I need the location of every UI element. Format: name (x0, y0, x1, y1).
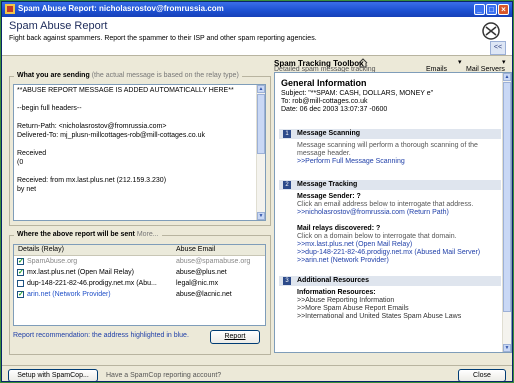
scanning-link[interactable]: >>Perform Full Message Scanning (297, 158, 405, 165)
message-line: Return-Path: <nicholasrostov@fromrussia.… (17, 123, 167, 130)
table-row[interactable]: ✓ SpamAbuse.org abuse@spamabuse.org (14, 257, 265, 267)
general-date: Date: 06 dec 2003 13:07:37 -0600 (281, 106, 388, 113)
header-title: Spam Abuse Report (9, 20, 108, 32)
message-scrollbar[interactable]: ▲ ▼ (256, 85, 265, 220)
relay-email: abuse@spamabuse.org (176, 258, 251, 265)
close-window-button[interactable]: × (498, 4, 509, 15)
relay-table: Details (Relay) Abuse Email ✓ SpamAbuse.o… (13, 244, 266, 326)
sending-note: (the actual message is based on the rela… (91, 72, 239, 79)
message-textarea[interactable]: **ABUSE REPORT MESSAGE IS ADDED AUTOMATI… (13, 84, 266, 221)
relay-details: mx.last.plus.net (Open Mail Relay) (27, 269, 134, 276)
relay-checkbox[interactable] (17, 280, 24, 287)
more-link[interactable]: More... (137, 231, 159, 238)
message-line: **ABUSE REPORT MESSAGE IS ADDED AUTOMATI… (17, 87, 234, 94)
where-group-title: Where the above report will be sent More… (14, 231, 162, 238)
tracking-title: Message Tracking (297, 181, 358, 188)
message-line: Received: from mx.last.plus.net (212.159… (17, 177, 167, 184)
sending-group: What you are sending (the actual message… (9, 72, 271, 226)
mailservers-dropdown-icon[interactable]: ▾ (502, 58, 506, 66)
relay-link[interactable]: >>dup-148-221-82-46.prodigy.net.mx (Abus… (297, 249, 480, 256)
relays-label: Mail relays discovered: ? (297, 225, 381, 232)
where-group: Where the above report will be sent More… (9, 231, 271, 355)
relay-email: abuse@plus.net (176, 269, 227, 276)
scanning-number: 1 (283, 130, 291, 138)
resource-link[interactable]: >>More Spam Abuse Report Emails (297, 305, 409, 312)
window-title: Spam Abuse Report: nicholasrostov@fromru… (18, 4, 224, 13)
scanning-section-header: 1 Message Scanning (279, 129, 501, 139)
scroll-up-icon[interactable]: ▲ (503, 73, 511, 81)
general-to: To: rob@mill-cottages.co.uk (281, 98, 368, 105)
relay-details: SpamAbuse.org (27, 258, 78, 265)
relay-link[interactable]: >>mx.last.plus.net (Open Mail Relay) (297, 241, 412, 248)
resource-link[interactable]: >>Abuse Reporting Information (297, 297, 394, 304)
emails-dropdown-icon[interactable]: ▾ (458, 58, 462, 66)
setup-spamcop-button[interactable]: Setup with SpamCop... (8, 369, 98, 381)
sender-link[interactable]: >>nicholasrostov@fromrussia.com (Return … (297, 209, 449, 216)
relay-checkbox[interactable]: ✓ (17, 291, 24, 298)
minimize-button[interactable]: _ (474, 4, 485, 15)
relay-email: legal@nic.mx (176, 280, 219, 287)
scanning-text-2: message header. (297, 150, 351, 157)
app-icon (5, 4, 15, 14)
message-line: Received (17, 150, 47, 157)
sending-title: What you are sending (17, 72, 90, 79)
col-email[interactable]: Abuse Email (176, 246, 215, 253)
message-line: --begin full headers-- (17, 105, 82, 112)
relay-checkbox[interactable]: ✓ (17, 258, 24, 265)
sender-label: Message Sender: ? (297, 193, 361, 200)
tracking-scrollbar[interactable]: ▲ ▼ (502, 73, 511, 352)
sender-text: Click an email address below to interrog… (297, 201, 474, 208)
where-title: Where the above report will be sent (17, 231, 135, 238)
message-line: Delivered-To: mj_plusn-millcottages-rob@… (17, 132, 206, 139)
relay-table-header: Details (Relay) Abuse Email (14, 245, 265, 256)
scroll-thumb[interactable] (257, 94, 265, 154)
tracking-section-header: 2 Message Tracking (279, 180, 501, 190)
collapse-button[interactable]: << (490, 41, 506, 55)
resources-label: Information Resources: (297, 289, 376, 296)
header: Spam Abuse Report Fight back against spa… (2, 17, 512, 56)
title-bar: Spam Abuse Report: nicholasrostov@fromru… (2, 2, 512, 17)
scanning-title: Message Scanning (297, 130, 361, 137)
scroll-thumb[interactable] (503, 82, 511, 312)
sending-group-title: What you are sending (the actual message… (14, 72, 242, 79)
maximize-button[interactable]: □ (486, 4, 497, 15)
scroll-down-icon[interactable]: ▼ (257, 212, 265, 220)
scanning-text-1: Message scanning will perform a thorough… (297, 142, 478, 149)
table-row[interactable]: ✓ arin.net (Network Provider) abuse@lacnic… (14, 290, 265, 300)
report-button[interactable]: Report (210, 330, 260, 344)
col-details[interactable]: Details (Relay) (18, 246, 64, 253)
tracking-number: 2 (283, 181, 291, 189)
resources-title: Additional Resources (297, 277, 369, 284)
relays-text: Click on a domain below to interrogate t… (297, 233, 457, 240)
spam-logo-icon (482, 22, 500, 40)
spamcop-question: Have a SpamCop reporting account? (106, 372, 222, 379)
general-subject: Subject: "**SPAM: CASH, DOLLARS, MONEY e… (281, 90, 434, 97)
resources-number: 3 (283, 277, 291, 285)
resources-section-header: 3 Additional Resources (279, 276, 501, 286)
scroll-up-icon[interactable]: ▲ (257, 85, 265, 93)
relay-checkbox[interactable]: ✓ (17, 269, 24, 276)
table-row[interactable]: dup-148-221-82-46.prodigy.net.mx (Abu...… (14, 279, 265, 289)
report-button-label: Report (224, 333, 246, 340)
general-heading: General Information (281, 78, 367, 88)
scroll-down-icon[interactable]: ▼ (503, 344, 511, 352)
message-line: (0 (17, 159, 24, 166)
bottom-bar: Setup with SpamCop... Have a SpamCop rep… (2, 365, 512, 381)
tracking-pane: General Information Subject: "**SPAM: CA… (274, 72, 512, 353)
relay-email: abuse@lacnic.net (176, 291, 232, 298)
message-line: by net (17, 186, 37, 193)
recommendation-text: Report recommendation: the address highl… (13, 332, 189, 339)
relay-link[interactable]: >>arin.net (Network Provider) (297, 257, 389, 264)
header-subtitle: Fight back against spammers. Report the … (9, 35, 317, 42)
table-row[interactable]: ✓ mx.last.plus.net (Open Mail Relay) abuse… (14, 268, 265, 278)
relay-details: dup-148-221-82-46.prodigy.net.mx (Abu... (27, 280, 157, 287)
resource-link[interactable]: >>International and United States Spam A… (297, 313, 461, 320)
relay-details: arin.net (Network Provider) (27, 291, 111, 298)
close-button[interactable]: Close (458, 369, 506, 381)
main-window: Spam Abuse Report: nicholasrostov@fromru… (1, 1, 513, 382)
